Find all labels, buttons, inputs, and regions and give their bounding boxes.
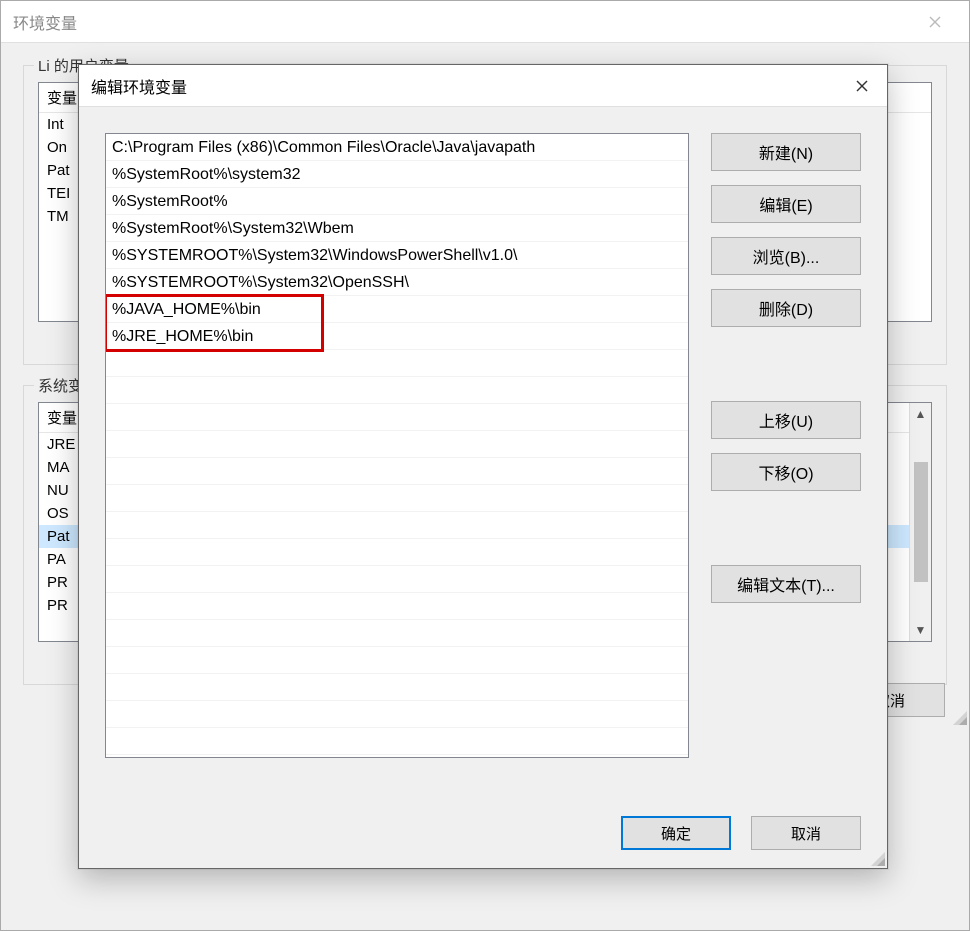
scroll-up-icon[interactable]: ▲ xyxy=(910,403,931,425)
path-item-empty[interactable] xyxy=(106,728,688,755)
move-down-button[interactable]: 下移(O) xyxy=(711,453,861,491)
path-item-empty[interactable] xyxy=(106,566,688,593)
path-item-empty[interactable] xyxy=(106,350,688,377)
path-item-empty[interactable] xyxy=(106,512,688,539)
modal-close-button[interactable] xyxy=(837,65,887,107)
modal-footer: 确定 取消 xyxy=(105,816,861,850)
path-item-empty[interactable] xyxy=(106,593,688,620)
path-item[interactable]: %JRE_HOME%\bin xyxy=(106,323,688,350)
path-list[interactable]: C:\Program Files (x86)\Common Files\Orac… xyxy=(105,133,689,758)
path-item-empty[interactable] xyxy=(106,485,688,512)
parent-titlebar: 环境变量 xyxy=(1,1,969,43)
path-item-empty[interactable] xyxy=(106,377,688,404)
move-up-button[interactable]: 上移(U) xyxy=(711,401,861,439)
scroll-thumb[interactable] xyxy=(914,462,928,582)
modal-titlebar: 编辑环境变量 xyxy=(79,65,887,107)
path-list-wrap: C:\Program Files (x86)\Common Files\Orac… xyxy=(105,133,689,794)
parent-title: 环境变量 xyxy=(13,10,913,34)
scroll-down-icon[interactable]: ▼ xyxy=(910,619,931,641)
edit-button[interactable]: 编辑(E) xyxy=(711,185,861,223)
modal-body: C:\Program Files (x86)\Common Files\Orac… xyxy=(79,107,887,868)
modal-title: 编辑环境变量 xyxy=(79,74,837,98)
browse-button[interactable]: 浏览(B)... xyxy=(711,237,861,275)
modal-cancel-button[interactable]: 取消 xyxy=(751,816,861,850)
path-item-empty[interactable] xyxy=(106,701,688,728)
path-item[interactable]: %SYSTEMROOT%\System32\OpenSSH\ xyxy=(106,269,688,296)
path-item[interactable]: %SYSTEMROOT%\System32\WindowsPowerShell\… xyxy=(106,242,688,269)
path-item[interactable]: %SystemRoot% xyxy=(106,188,688,215)
parent-resize-grip[interactable] xyxy=(951,709,967,725)
path-item-empty[interactable] xyxy=(106,539,688,566)
modal-ok-button[interactable]: 确定 xyxy=(621,816,731,850)
spacer xyxy=(711,341,861,387)
spacer xyxy=(711,505,861,551)
close-icon xyxy=(929,16,941,28)
edit-env-var-dialog: 编辑环境变量 C:\Program Files (x86)\Common Fil… xyxy=(78,64,888,869)
path-item-empty[interactable] xyxy=(106,647,688,674)
delete-button[interactable]: 删除(D) xyxy=(711,289,861,327)
path-item-empty[interactable] xyxy=(106,458,688,485)
path-item[interactable]: %SystemRoot%\System32\Wbem xyxy=(106,215,688,242)
side-buttons: 新建(N) 编辑(E) 浏览(B)... 删除(D) 上移(U) 下移(O) 编… xyxy=(711,133,861,794)
edit-text-button[interactable]: 编辑文本(T)... xyxy=(711,565,861,603)
path-item-empty[interactable] xyxy=(106,620,688,647)
path-item-empty[interactable] xyxy=(106,674,688,701)
modal-resize-grip[interactable] xyxy=(869,850,885,866)
path-item-empty[interactable] xyxy=(106,431,688,458)
parent-close-button[interactable] xyxy=(913,1,957,43)
path-item[interactable]: %SystemRoot%\system32 xyxy=(106,161,688,188)
path-item[interactable]: %JAVA_HOME%\bin xyxy=(106,296,688,323)
new-button[interactable]: 新建(N) xyxy=(711,133,861,171)
close-icon xyxy=(856,80,868,92)
system-scrollbar[interactable]: ▲ ▼ xyxy=(909,403,931,641)
path-item-empty[interactable] xyxy=(106,404,688,431)
modal-content: C:\Program Files (x86)\Common Files\Orac… xyxy=(105,133,861,794)
path-item[interactable]: C:\Program Files (x86)\Common Files\Orac… xyxy=(106,134,688,161)
